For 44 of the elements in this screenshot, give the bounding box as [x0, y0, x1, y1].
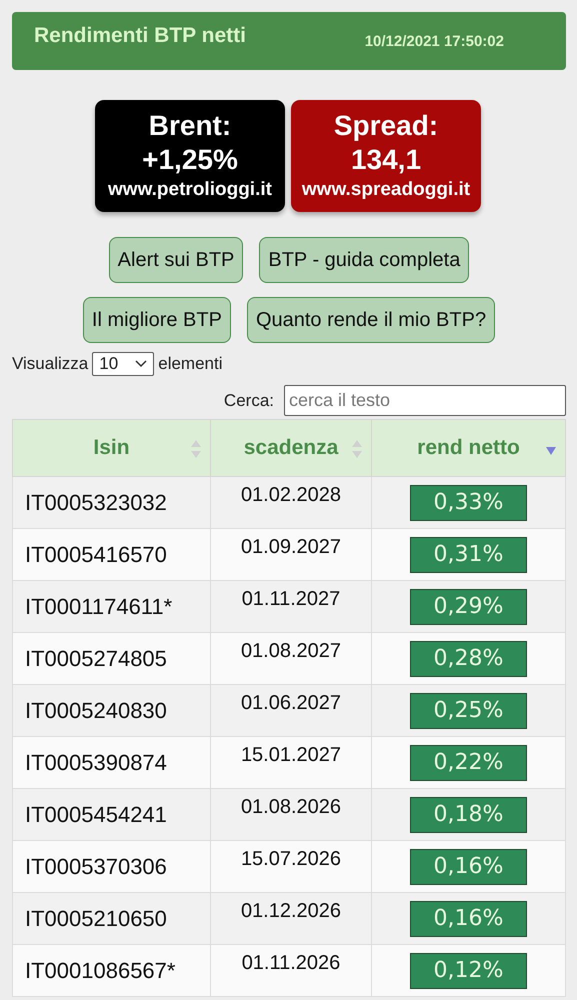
isin-cell: IT0005390874 [12, 736, 210, 788]
maturity-cell: 01.06.2027 [210, 684, 372, 736]
link-button[interactable]: Quanto rende il mio BTP? [246, 297, 496, 343]
show-label: Visualizza [12, 354, 88, 374]
isin-cell: IT0005370306 [12, 840, 210, 892]
yield-badge: 0,29% [410, 588, 527, 624]
maturity-cell: 01.12.2026 [210, 892, 372, 944]
yield-badge: 0,12% [410, 952, 527, 988]
ticker-card[interactable]: Spread: 134,1 www.spreadoggi.it [291, 100, 481, 212]
isin-cell: IT0005416570 [12, 528, 210, 580]
search-label: Cerca: [224, 390, 274, 410]
page-size-select[interactable]: 10 [92, 352, 154, 376]
yield-badge: 0,16% [410, 848, 527, 884]
maturity-cell: 01.11.2026 [210, 944, 372, 996]
link-button[interactable]: BTP - guida completa [259, 237, 470, 283]
maturity-cell: 15.07.2026 [210, 840, 372, 892]
isin-cell: IT0005210650 [12, 892, 210, 944]
isin-cell: IT0005240830 [12, 684, 210, 736]
isin-cell: IT0005454241 [12, 788, 210, 840]
search-field[interactable]: cerca il testo [284, 385, 566, 416]
chevron-down-icon [135, 360, 148, 368]
yield-badge: 0,25% [410, 692, 527, 728]
isin-cell: IT0001174611* [12, 580, 210, 632]
entries-label: elementi [158, 354, 222, 374]
maturity-cell: 01.11.2027 [210, 580, 372, 632]
yield-badge: 0,18% [410, 796, 527, 832]
link-button[interactable]: Alert sui BTP [108, 237, 244, 283]
maturity-cell: 01.02.2028 [210, 476, 372, 528]
yield-badge: 0,22% [410, 744, 527, 780]
page-title: Rendimenti BTP netti [34, 24, 246, 48]
isin-cell: IT0001086567* [12, 944, 210, 996]
maturity-cell: 01.08.2026 [210, 788, 372, 840]
yield-badge: 0,16% [410, 900, 527, 936]
maturity-cell: 01.08.2027 [210, 632, 372, 684]
yield-badge: 0,33% [410, 484, 527, 520]
ticker-card[interactable]: Brent: +1,25% www.petrolioggi.it [95, 100, 285, 212]
timestamp: 10/12/2021 17:50:02 [364, 32, 504, 50]
isin-cell: IT0005274805 [12, 632, 210, 684]
maturity-cell: 01.09.2027 [210, 528, 372, 580]
yield-badge: 0,28% [410, 640, 527, 676]
link-button[interactable]: Il migliore BTP [82, 297, 231, 343]
yield-badge: 0,31% [410, 536, 527, 572]
maturity-cell: 15.01.2027 [210, 736, 372, 788]
isin-cell: IT0005323032 [12, 476, 210, 528]
